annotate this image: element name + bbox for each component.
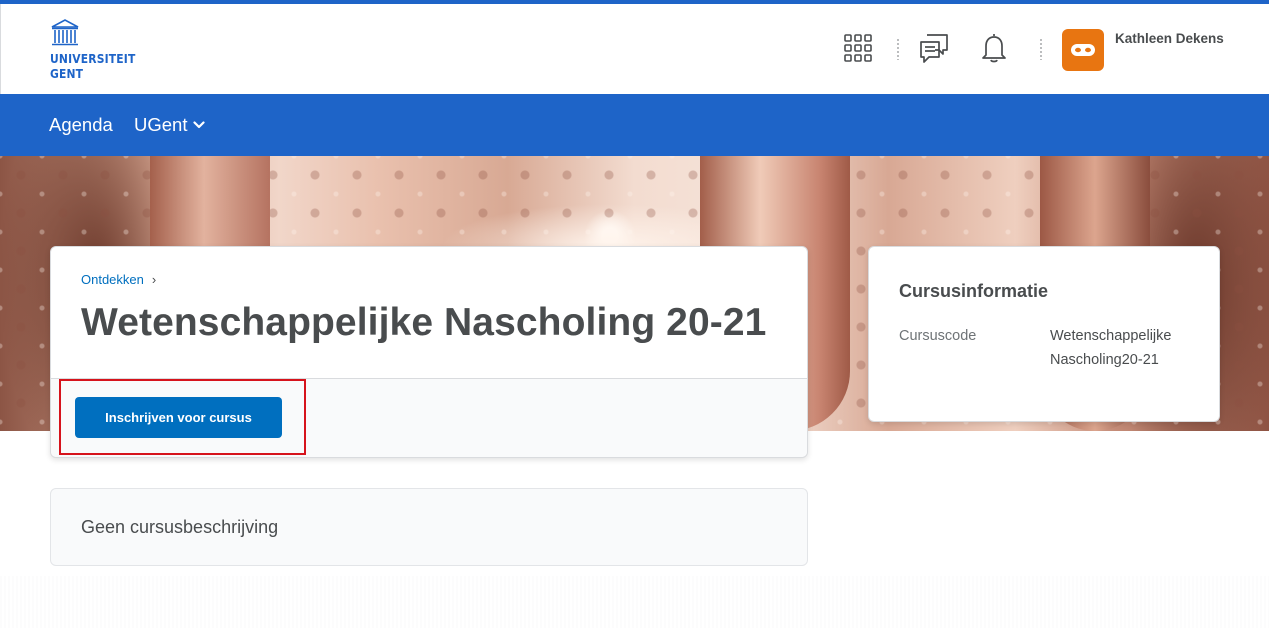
course-code-label: Cursuscode — [899, 328, 977, 344]
mask-icon — [1071, 44, 1095, 56]
avatar[interactable] — [1062, 29, 1104, 71]
nav-item-ugent-label: UGent — [134, 114, 188, 135]
course-description-card: Geen cursusbeschrijving — [50, 488, 808, 566]
info-title: Cursusinformatie — [899, 281, 1049, 301]
chevron-down-icon — [193, 121, 206, 129]
enroll-button[interactable]: Inschrijven voor cursus — [75, 397, 282, 438]
nav-item-agenda[interactable]: Agenda — [49, 114, 113, 136]
course-description: Geen cursusbeschrijving — [81, 517, 279, 537]
course-title: Wetenschappelijke Nascholing 20-21 — [81, 301, 767, 344]
breadcrumb: Ontdekken › — [81, 272, 156, 287]
university-logo[interactable]: UNIVERSITEIT GENT — [50, 18, 140, 82]
course-info-card: Cursusinformatie Cursuscode Wetenschappe… — [868, 246, 1220, 422]
breadcrumb-link-ontdekken[interactable]: Ontdekken — [81, 272, 144, 287]
course-code-value: Wetenschappelijke Nascholing20-21 — [1050, 328, 1172, 368]
logo-text-line2: GENT — [50, 66, 84, 81]
nav-item-ugent[interactable]: UGent — [134, 114, 206, 136]
breadcrumb-separator: › — [151, 272, 157, 287]
navbar: Agenda UGent — [0, 94, 1269, 156]
logo-text-line1: UNIVERSITEIT — [50, 51, 136, 66]
header-separator — [897, 38, 899, 60]
building-icon — [51, 19, 79, 46]
header-separator — [1040, 38, 1042, 60]
bell-icon[interactable] — [976, 30, 1012, 66]
chat-icon[interactable] — [916, 30, 952, 66]
header: UNIVERSITEIT GENT Kathleen Dekens — [0, 4, 1269, 94]
page-footer-area — [0, 576, 1269, 628]
grid-icon[interactable] — [840, 30, 876, 66]
user-name[interactable]: Kathleen Dekens — [1115, 31, 1224, 46]
